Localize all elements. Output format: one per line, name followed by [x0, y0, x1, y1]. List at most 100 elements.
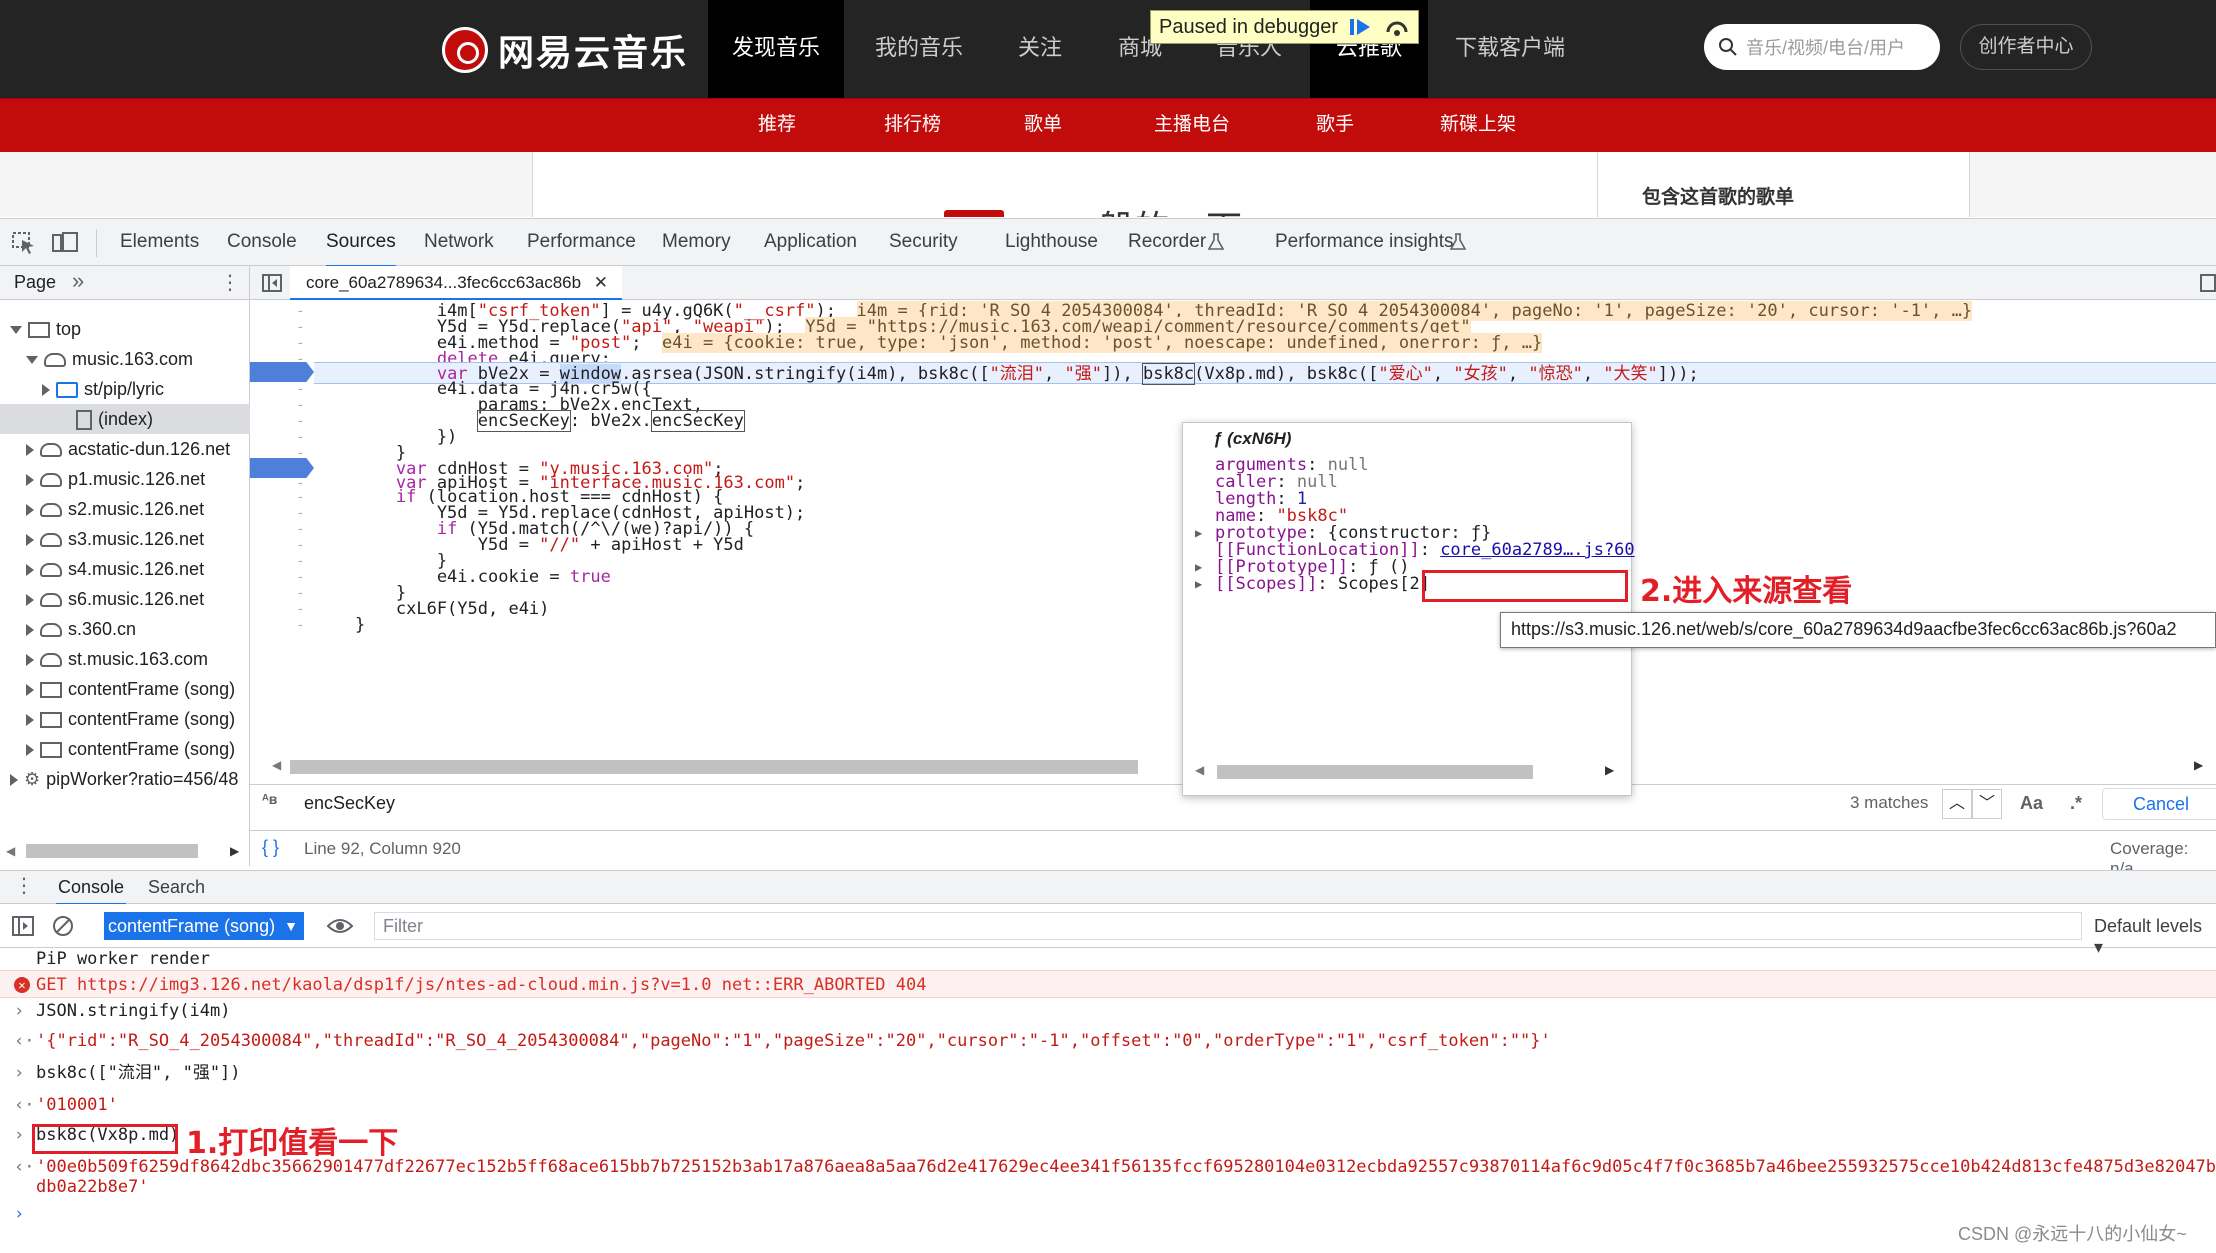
creator-center-button[interactable]: 创作者中心 [1960, 24, 2092, 70]
subnav-artists[interactable]: 歌手 [1316, 99, 1354, 151]
console-output-line[interactable]: ‹· '{"rid":"R_SO_4_2054300084","threadId"… [0, 1030, 2216, 1052]
expanded-arrow-icon[interactable] [26, 356, 38, 365]
scroll-right-icon[interactable]: ▶ [1605, 763, 1614, 777]
gutter-marker[interactable]: - [298, 380, 303, 396]
tree-item[interactable]: st/pip/lyric [0, 374, 250, 404]
popover-property[interactable]: ▶ [[Scopes]]: Scopes[2] [1195, 572, 1430, 596]
gutter-marker[interactable]: - [298, 444, 303, 460]
line-gutter[interactable]: ------------------- [250, 300, 314, 750]
nav-discover[interactable]: 发现音乐 [708, 0, 844, 98]
gutter-marker[interactable]: - [298, 584, 303, 600]
tree-item[interactable]: music.163.com [0, 344, 250, 374]
resume-icon[interactable] [1348, 16, 1374, 38]
collapsed-arrow-icon[interactable] [42, 384, 50, 397]
scroll-left-icon[interactable]: ◀ [272, 758, 281, 772]
console-input-line[interactable]: › bsk8c(["流泪", "强"]) [0, 1062, 2216, 1084]
tab-performance-insights[interactable]: Performance insights [1275, 219, 1453, 265]
scroll-thumb[interactable] [290, 760, 1138, 774]
tree-item[interactable]: s6.music.126.net [0, 584, 250, 614]
gutter-marker[interactable]: - [298, 552, 303, 568]
breakpoint-marker[interactable] [250, 362, 314, 382]
site-search-input[interactable]: 音乐/视频/电台/用户 [1704, 24, 1940, 70]
scroll-thumb[interactable] [26, 844, 198, 858]
gutter-marker[interactable]: - [298, 428, 303, 444]
clear-console-icon[interactable] [52, 915, 74, 937]
collapsed-arrow-icon[interactable] [26, 744, 34, 757]
gutter-marker[interactable]: - [298, 318, 303, 334]
drawer-tab-search[interactable]: Search [148, 871, 205, 903]
tree-item[interactable]: (index) [0, 404, 250, 434]
tab-lighthouse[interactable]: Lighthouse [1005, 219, 1098, 265]
tree-item[interactable]: s2.music.126.net [0, 494, 250, 524]
navigator-menu-icon[interactable]: ⋮ [220, 270, 240, 295]
tab-elements[interactable]: Elements [120, 219, 199, 265]
gutter-marker[interactable]: - [298, 350, 303, 366]
gutter-marker[interactable]: - [298, 520, 303, 536]
tree-item[interactable]: contentFrame (song) [0, 734, 250, 764]
console-log-line[interactable]: PiP worker render [0, 948, 2216, 970]
breakpoint-marker[interactable] [250, 458, 314, 478]
nav-my-music[interactable]: 我的音乐 [860, 0, 978, 98]
navigator-page-tab[interactable]: Page [14, 272, 56, 293]
gutter-marker[interactable]: - [298, 536, 303, 552]
tree-item[interactable]: ⚙ pipWorker?ratio=456/48 [0, 764, 250, 794]
console-prompt[interactable]: › [0, 1204, 2216, 1226]
console-output-cont-line[interactable]: db0a22b8e7' [0, 1176, 2216, 1198]
tab-recorder[interactable]: Recorder [1128, 219, 1206, 265]
collapsed-arrow-icon[interactable] [26, 534, 34, 547]
scroll-left-icon[interactable]: ◀ [1195, 763, 1204, 777]
context-selector[interactable]: contentFrame (song) ▼ [104, 912, 304, 940]
tree-item[interactable]: p1.music.126.net [0, 464, 250, 494]
gutter-marker[interactable]: - [298, 568, 303, 584]
tree-item[interactable]: s4.music.126.net [0, 554, 250, 584]
code-line[interactable]: } [314, 614, 365, 636]
collapsed-arrow-icon[interactable] [26, 594, 34, 607]
navigator-scrollbar[interactable]: ◀ ▶ [6, 840, 242, 860]
scroll-right-icon[interactable]: ▶ [2194, 758, 2203, 772]
tree-item[interactable]: acstatic-dun.126.net [0, 434, 250, 464]
pretty-print-icon[interactable]: { } [262, 837, 279, 858]
next-match-icon[interactable]: ﹀ [1972, 789, 2002, 819]
toggle-debugger-icon[interactable] [2200, 274, 2216, 292]
function-location-link[interactable]: core_60a2789….js?60 [1440, 540, 1634, 560]
console-filter-input[interactable]: Filter [374, 912, 2082, 940]
gutter-marker[interactable]: - [298, 488, 303, 504]
close-tab-icon[interactable]: ✕ [594, 273, 608, 292]
find-input[interactable]: encSecKey [304, 793, 395, 814]
subnav-new-albums[interactable]: 新碟上架 [1440, 99, 1516, 151]
scroll-left-icon[interactable]: ◀ [6, 844, 15, 858]
collapsed-arrow-icon[interactable] [26, 684, 34, 697]
tree-item[interactable]: st.music.163.com [0, 644, 250, 674]
scroll-thumb[interactable] [1217, 765, 1533, 779]
popover-scrollbar[interactable]: ◀ ▶ [1191, 763, 1625, 783]
netease-logo[interactable]: 网易云音乐 [442, 24, 688, 76]
cancel-search-button[interactable]: Cancel [2102, 788, 2216, 820]
subnav-recommend[interactable]: 推荐 [758, 99, 796, 151]
find-replace-toggle-icon[interactable]: ᴬʙ [262, 791, 277, 807]
tab-console[interactable]: Console [227, 219, 297, 265]
gutter-marker[interactable]: - [298, 616, 303, 632]
subnav-charts[interactable]: 排行榜 [884, 99, 941, 151]
tree-item[interactable]: top [0, 314, 250, 344]
tree-item[interactable]: s3.music.126.net [0, 524, 250, 554]
previous-match-icon[interactable]: ︿ [1942, 789, 1972, 819]
file-tab[interactable]: core_60a2789634...3fec6cc63ac86b ✕ [290, 266, 623, 300]
inspect-element-icon[interactable] [12, 232, 36, 254]
collapsed-arrow-icon[interactable] [26, 504, 34, 517]
expand-arrow-icon[interactable]: ▶ [1195, 521, 1202, 545]
nav-follow[interactable]: 关注 [1000, 0, 1080, 98]
console-output-line[interactable]: ‹· '010001' [0, 1094, 2216, 1116]
gutter-marker[interactable]: - [298, 600, 303, 616]
console-input-line[interactable]: › JSON.stringify(i4m) [0, 1000, 2216, 1022]
scroll-right-icon[interactable]: ▶ [230, 844, 239, 858]
nav-download-client[interactable]: 下载客户端 [1440, 0, 1580, 98]
tree-item[interactable]: s.360.cn [0, 614, 250, 644]
collapsed-arrow-icon[interactable] [26, 624, 34, 637]
collapsed-arrow-icon[interactable] [26, 654, 34, 667]
expand-arrow-icon[interactable]: ▶ [1195, 572, 1202, 596]
tree-item[interactable]: contentFrame (song) [0, 674, 250, 704]
tab-sources[interactable]: Sources [326, 219, 396, 268]
drawer-tab-console[interactable]: Console [56, 871, 127, 906]
more-tabs-chevron-icon[interactable]: » [72, 268, 84, 294]
collapsed-arrow-icon[interactable] [26, 564, 34, 577]
